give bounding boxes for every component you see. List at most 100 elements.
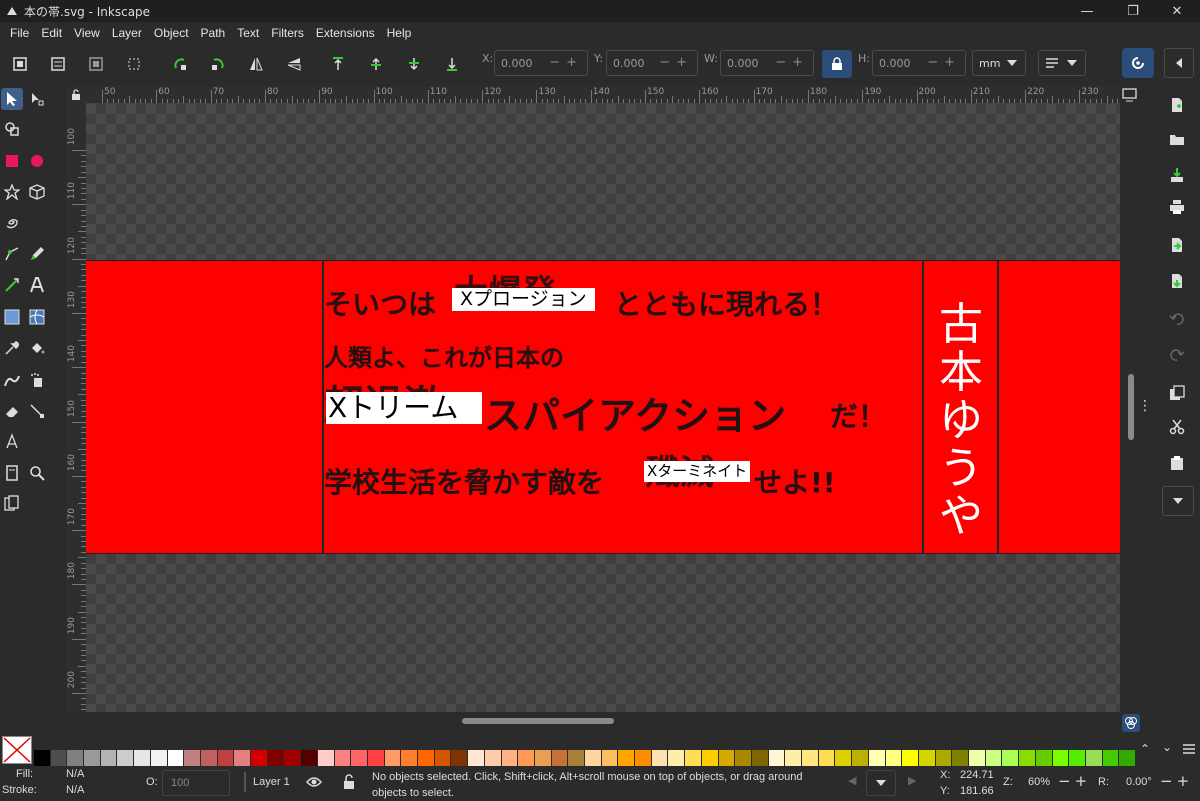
menu-file[interactable]: File bbox=[4, 26, 35, 40]
palette-swatch[interactable] bbox=[902, 750, 918, 766]
palette-swatch[interactable] bbox=[935, 750, 952, 766]
shape-builder-tool-icon[interactable] bbox=[1, 118, 23, 140]
canvas-display-icon[interactable] bbox=[1122, 88, 1140, 102]
deselect-icon[interactable] bbox=[84, 52, 108, 76]
palette-swatch[interactable] bbox=[150, 750, 167, 766]
palette-swatch[interactable] bbox=[117, 750, 134, 766]
palette-swatch[interactable] bbox=[685, 750, 701, 766]
palette-swatch[interactable] bbox=[818, 750, 835, 766]
horizontal-ruler[interactable]: 50 60 70 80 90 100 110 120 130 140 150 160 170 180 190… bbox=[86, 86, 1120, 104]
flip-horizontal-icon[interactable] bbox=[244, 52, 268, 76]
spiral-tool-icon[interactable] bbox=[1, 211, 23, 233]
vertical-scroll-thumb[interactable] bbox=[1128, 374, 1134, 440]
palette-swatch[interactable] bbox=[668, 750, 685, 766]
eraser-tool-icon[interactable] bbox=[1, 400, 23, 422]
rotate-ccw-icon[interactable] bbox=[168, 52, 192, 76]
tweak-tool-icon[interactable] bbox=[1, 369, 23, 391]
palette-swatch[interactable] bbox=[701, 750, 718, 766]
horizontal-scroll-thumb[interactable] bbox=[462, 718, 614, 724]
spray-tool-icon[interactable] bbox=[26, 369, 48, 391]
no-paint-swatch[interactable] bbox=[2, 736, 32, 764]
new-document-icon[interactable] bbox=[1166, 94, 1188, 116]
menu-view[interactable]: View bbox=[68, 26, 106, 40]
menu-object[interactable]: Object bbox=[148, 26, 195, 40]
paste-icon[interactable] bbox=[1166, 452, 1188, 474]
line4-before-text[interactable]: 学校生活を脅かす敵を bbox=[324, 461, 604, 501]
measure-tool-icon[interactable] bbox=[1, 430, 23, 452]
vertical-ruler[interactable]: 100 110 120 130 140 150 160 170 180 190 200 bbox=[66, 104, 86, 712]
lock-guides-icon[interactable] bbox=[69, 88, 83, 102]
palette-swatch[interactable] bbox=[835, 750, 852, 766]
menu-help[interactable]: Help bbox=[381, 26, 418, 40]
palette-swatch[interactable] bbox=[534, 750, 551, 766]
display-mode-icon[interactable] bbox=[1122, 714, 1140, 732]
mesh-tool-icon[interactable] bbox=[26, 306, 48, 328]
palette-swatch[interactable] bbox=[351, 750, 367, 766]
redo-icon[interactable] bbox=[1166, 344, 1188, 366]
select-all-icon[interactable] bbox=[8, 52, 32, 76]
palette-swatch[interactable] bbox=[50, 750, 67, 766]
x-field[interactable]: 0.000 −+ bbox=[494, 50, 588, 76]
palette-swatch[interactable] bbox=[518, 750, 534, 766]
layer-name[interactable]: Layer 1 bbox=[253, 776, 290, 788]
line1-label-text[interactable]: Xプロージョン bbox=[452, 288, 595, 311]
close-button[interactable]: ✕ bbox=[1154, 0, 1200, 22]
rotate-cw-icon[interactable] bbox=[206, 52, 230, 76]
palette-swatch[interactable] bbox=[601, 750, 618, 766]
raise-icon[interactable] bbox=[364, 52, 388, 76]
vertical-scrollbar[interactable] bbox=[1126, 104, 1136, 712]
line2-text[interactable]: 人類よ、これが日本の bbox=[324, 338, 564, 373]
author-vertical-text[interactable]: 古 本 ゆ う や bbox=[936, 301, 986, 541]
palette-swatch[interactable] bbox=[751, 750, 768, 766]
paint-bucket-tool-icon[interactable] bbox=[26, 337, 48, 359]
palette-swatch[interactable] bbox=[1019, 750, 1035, 766]
zoom-stepper[interactable]: −+ bbox=[1058, 772, 1091, 790]
snap-menu-chevron-icon[interactable] bbox=[1164, 48, 1194, 78]
palette-swatch[interactable] bbox=[785, 750, 802, 766]
palette-swatch[interactable] bbox=[34, 750, 50, 766]
rectangle-tool-icon[interactable] bbox=[1, 150, 23, 172]
maximize-button[interactable]: ❐ bbox=[1110, 0, 1156, 22]
lower-to-bottom-icon[interactable] bbox=[440, 52, 464, 76]
stroke-value[interactable]: N/A bbox=[66, 784, 84, 796]
opacity-field[interactable]: 100 bbox=[162, 770, 230, 796]
line4-label-text[interactable]: Xターミネイト bbox=[644, 461, 751, 482]
status-dropdown[interactable] bbox=[866, 770, 896, 796]
line3-after-text[interactable]: スパイアクション bbox=[484, 385, 786, 440]
palette-swatch[interactable] bbox=[334, 750, 351, 766]
palette-swatch[interactable] bbox=[434, 750, 451, 766]
book-band-rect[interactable]: そいつは 大爆発 Xプロージョン とともに現れる！ 人類よ、これが日本の 超過激… bbox=[86, 260, 1120, 554]
calligraphy-tool-icon[interactable] bbox=[1, 274, 23, 296]
select-all-layers-icon[interactable] bbox=[46, 52, 70, 76]
palette-swatch[interactable] bbox=[184, 750, 200, 766]
line3-end-text[interactable]: だ！ bbox=[830, 395, 886, 435]
selector-tool-icon[interactable] bbox=[1, 88, 23, 110]
palette-swatch[interactable] bbox=[768, 750, 785, 766]
palette-swatch[interactable] bbox=[568, 750, 584, 766]
palette-swatch[interactable] bbox=[635, 750, 651, 766]
menu-extensions[interactable]: Extensions bbox=[310, 26, 381, 40]
text-tool-icon[interactable] bbox=[26, 274, 48, 296]
zoom-value[interactable]: 60% bbox=[1028, 776, 1050, 788]
open-folder-icon[interactable] bbox=[1166, 128, 1188, 150]
layer-lock-icon[interactable] bbox=[342, 774, 356, 790]
palette-swatch[interactable] bbox=[401, 750, 418, 766]
palette-swatch[interactable] bbox=[284, 750, 301, 766]
palette-swatch[interactable] bbox=[234, 750, 251, 766]
palette-swatch[interactable] bbox=[134, 750, 150, 766]
print-icon[interactable] bbox=[1166, 196, 1188, 218]
save-icon[interactable] bbox=[1166, 164, 1188, 186]
palette-swatch[interactable] bbox=[100, 750, 117, 766]
unit-select[interactable]: mm bbox=[972, 50, 1026, 76]
palette-swatch[interactable] bbox=[217, 750, 234, 766]
palette-menu-icon[interactable] bbox=[1182, 742, 1196, 756]
palette-swatch[interactable] bbox=[1002, 750, 1019, 766]
export-icon[interactable] bbox=[1166, 270, 1188, 292]
palette-swatch[interactable] bbox=[735, 750, 751, 766]
palette-swatch[interactable] bbox=[585, 750, 601, 766]
commands-more-chevron-icon[interactable] bbox=[1162, 486, 1194, 516]
rotation-value[interactable]: 0.00° bbox=[1126, 776, 1152, 788]
w-field[interactable]: 0.000 −+ bbox=[720, 50, 814, 76]
palette-scroll-up-icon[interactable]: ⌃ bbox=[1140, 742, 1150, 756]
pencil-tool-icon[interactable] bbox=[26, 243, 48, 265]
